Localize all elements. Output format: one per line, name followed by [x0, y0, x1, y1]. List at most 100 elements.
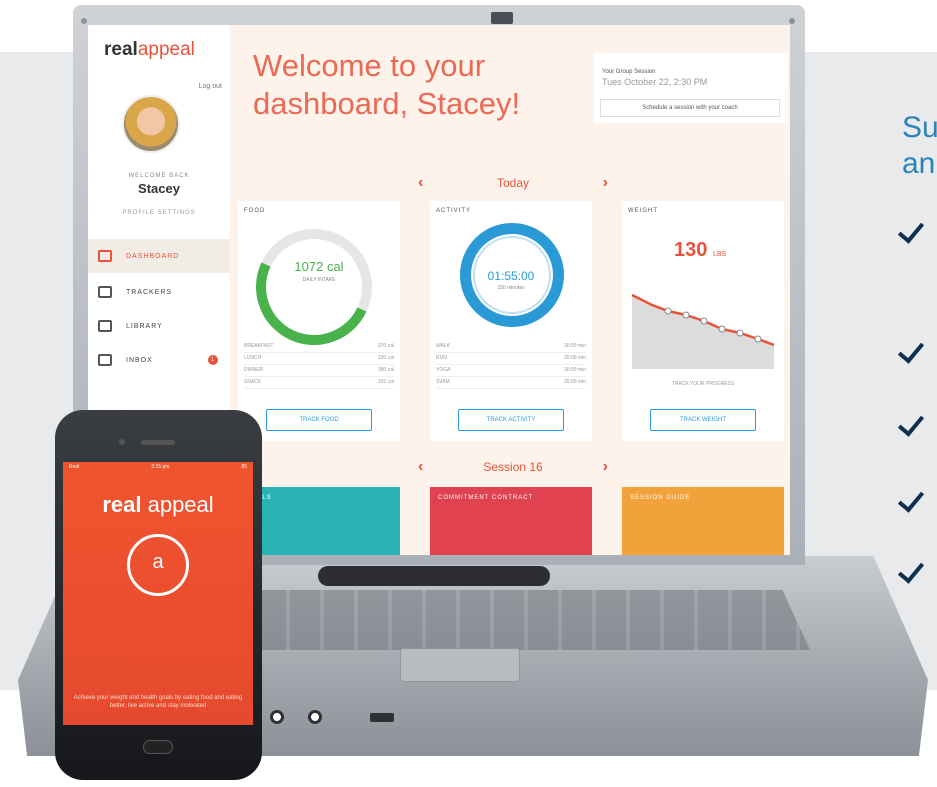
- sidebar-item-library[interactable]: LIBRARY: [88, 309, 230, 343]
- calorie-sub-label: DAILY INTAKE: [302, 277, 336, 283]
- list-item: WALK 30:00 min: [436, 341, 586, 353]
- audio-port: [270, 710, 284, 724]
- calorie-value: 1072 cal: [294, 259, 344, 274]
- check-icon: [900, 336, 930, 366]
- brand-logo[interactable]: realappeal: [104, 39, 195, 61]
- activity-sub-label: 150 minutes: [497, 285, 525, 291]
- webcam: [491, 12, 513, 24]
- sidebar-item-dashboard[interactable]: DASHBOARD: [88, 239, 230, 273]
- chevron-left-icon[interactable]: ‹: [418, 458, 423, 476]
- food-card-title: FOOD: [244, 208, 266, 214]
- chevron-right-icon[interactable]: ›: [603, 458, 608, 476]
- chevron-left-icon[interactable]: ‹: [418, 174, 423, 192]
- list-item: RUN 20:00 min: [436, 353, 586, 365]
- weight-trend-chart: [631, 293, 775, 369]
- weight-point: [718, 325, 726, 333]
- inbox-badge: 1: [208, 355, 218, 365]
- battery-label: 85: [241, 464, 247, 470]
- sidebar-item-inbox[interactable]: INBOX 1: [88, 343, 230, 377]
- lid-screw: [81, 18, 87, 24]
- sidebar-item-label: TRACKERS: [126, 288, 173, 296]
- row-name: LUNCH: [244, 355, 262, 361]
- avatar: [122, 95, 180, 153]
- weight-value: 130 LBS: [674, 239, 726, 262]
- marketing-stage: Su an realappeal Log out WELCOME BACK St…: [0, 0, 937, 787]
- logout-link[interactable]: Log out: [199, 83, 222, 90]
- day-label: Today: [496, 176, 530, 190]
- row-value: 380 cal: [377, 367, 394, 373]
- weight-card: WEIGHT 130 LBS TRACK YOUR PROGRESS TRACK…: [622, 201, 784, 441]
- sidebar-item-label: DASHBOARD: [126, 252, 180, 260]
- group-session-label: Your Group Session: [602, 69, 656, 75]
- promo-heading-line2: an: [902, 147, 936, 180]
- library-icon: [98, 320, 112, 332]
- tile-title: SESSION GUIDE: [630, 495, 691, 501]
- user-name: Stacey: [138, 181, 180, 196]
- lid-screw: [789, 18, 795, 24]
- track-activity-button[interactable]: TRACK ACTIVITY: [458, 409, 564, 431]
- row-value: 30:00 min: [564, 343, 586, 349]
- promo-heading-line1: Su: [902, 111, 937, 144]
- group-session-time: Tues October 22, 2:30 PM: [602, 77, 708, 87]
- goals-tile[interactable]: GOALS: [238, 487, 400, 555]
- check-icon: [900, 485, 930, 515]
- phone-brand-primary: real: [102, 492, 142, 517]
- row-name: RUN: [436, 355, 447, 361]
- session-label: Session 16: [483, 460, 543, 474]
- row-name: WALK: [436, 343, 450, 349]
- inbox-icon: [98, 354, 112, 366]
- home-button[interactable]: [143, 740, 173, 754]
- row-name: YOGA: [436, 367, 451, 373]
- weight-unit: LBS: [712, 251, 727, 258]
- audio-port: [308, 710, 322, 724]
- smile-logo-icon: a: [127, 534, 189, 596]
- sidebar-item-trackers[interactable]: TRACKERS: [88, 275, 230, 309]
- weight-number: 130: [674, 239, 708, 261]
- list-item: DINNER 380 cal: [244, 365, 394, 377]
- phone-status-bar: Real 3:15 pm 85: [63, 462, 253, 472]
- carrier-label: Real: [69, 464, 80, 470]
- profile-settings-link[interactable]: PROFILE SETTINGS: [88, 210, 230, 216]
- tile-title: COMMITMENT CONTRACT: [438, 495, 534, 501]
- row-value: 30:00 min: [564, 367, 586, 373]
- phone-caption: Achieve your weight and health goals by …: [73, 695, 243, 709]
- schedule-session-button[interactable]: Schedule a session with your coach: [600, 99, 780, 117]
- check-icon: [900, 409, 930, 439]
- weight-point: [736, 329, 744, 337]
- list-item: SWIM 35:00 min: [436, 377, 586, 389]
- weight-point: [664, 307, 672, 315]
- check-icon: [900, 556, 930, 586]
- chevron-right-icon[interactable]: ›: [603, 174, 608, 192]
- session-guide-tile[interactable]: SESSION GUIDE: [622, 487, 784, 555]
- usb-port: [370, 713, 394, 722]
- phone-brand-logo: real appeal: [63, 492, 253, 518]
- row-name: SNACK: [244, 379, 262, 385]
- activity-card: ACTIVITY 01:55:00 150 minutes WALK 30:00 …: [430, 201, 592, 441]
- food-card: FOOD 1072 cal DAILY INTAKE BREAKFAST 370 …: [238, 201, 400, 441]
- brand-secondary: appeal: [137, 39, 195, 60]
- laptop-hinge: [318, 566, 550, 586]
- sidebar-item-label: LIBRARY: [126, 322, 163, 330]
- weight-point: [682, 311, 690, 319]
- track-food-button[interactable]: TRACK FOOD: [266, 409, 372, 431]
- check-icon: [900, 216, 930, 246]
- row-name: BREAKFAST: [244, 343, 274, 349]
- activity-card-title: ACTIVITY: [436, 208, 472, 214]
- row-value: 35:00 min: [564, 379, 586, 385]
- activity-time: 01:55:00: [487, 269, 535, 283]
- row-name: DINNER: [244, 367, 264, 373]
- track-weight-button[interactable]: TRACK WEIGHT: [650, 409, 756, 431]
- row-name: SWIM: [436, 379, 450, 385]
- list-item: YOGA 30:00 min: [436, 365, 586, 377]
- trackers-icon: [98, 286, 112, 298]
- phone-camera: [119, 439, 125, 445]
- clock-label: 3:15 pm: [151, 464, 170, 470]
- laptop-trackpad: [400, 648, 520, 682]
- dashboard-icon: [98, 250, 112, 262]
- logo-letter: a: [152, 551, 164, 573]
- list-item: BREAKFAST 370 cal: [244, 341, 394, 353]
- row-value: 220 cal: [377, 355, 394, 361]
- weight-point: [700, 317, 708, 325]
- commitment-contract-tile[interactable]: COMMITMENT CONTRACT: [430, 487, 592, 555]
- phone-speaker: [141, 440, 175, 445]
